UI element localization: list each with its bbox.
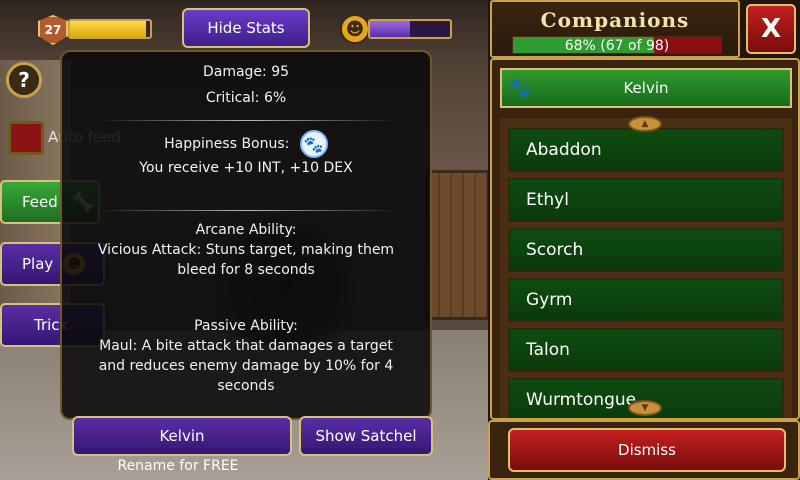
list-item[interactable]: Gyrm xyxy=(508,278,784,322)
collection-progress-bar: 68% (67 of 98) xyxy=(512,36,722,54)
list-item-label: Wurmtongue xyxy=(526,390,637,410)
happy-face-icon: ☻ xyxy=(340,14,370,44)
close-button[interactable]: X xyxy=(746,4,796,54)
list-item[interactable]: Ethyl xyxy=(508,178,784,222)
companion-list-frame: 🐾 Kelvin Abaddon Ethyl Scorch Gyrm Talon… xyxy=(490,58,800,420)
wooden-door xyxy=(425,170,490,320)
happiness-bar-fill xyxy=(370,21,410,37)
companions-title: Companions xyxy=(540,8,690,32)
critical-row: Critical: 6% xyxy=(62,90,430,106)
happiness-bar xyxy=(368,19,452,39)
list-item-label: Scorch xyxy=(526,240,584,260)
critical-label: Critical: xyxy=(205,90,260,106)
dismiss-frame: Dismiss xyxy=(488,420,800,480)
list-item-label: Talon xyxy=(526,340,570,360)
level-number: 27 xyxy=(44,23,62,37)
arcane-ability-line: Vicious Attack: Stuns target, making the… xyxy=(97,242,395,258)
help-button[interactable]: ? xyxy=(6,62,42,98)
happiness-bonus-label: Happiness Bonus: xyxy=(164,136,290,152)
close-icon: X xyxy=(760,14,782,44)
stats-panel: Damage: 95 Critical: 6% Happiness Bonus:… xyxy=(60,50,432,420)
hide-stats-button[interactable]: Hide Stats xyxy=(182,8,310,48)
xp-bar-fill xyxy=(70,21,146,37)
companion-name-button[interactable]: Kelvin xyxy=(72,416,292,456)
damage-value: 95 xyxy=(271,64,290,80)
divider xyxy=(98,120,398,121)
collection-progress-text: 68% (67 of 98) xyxy=(564,38,670,54)
dismiss-button[interactable]: Dismiss xyxy=(508,428,786,472)
scroll-down-arrow[interactable]: ▼ xyxy=(628,400,662,416)
happiness-bonus-title: Happiness Bonus: 🐾 xyxy=(62,130,430,158)
list-item-label: Abaddon xyxy=(526,140,602,160)
show-satchel-button[interactable]: Show Satchel xyxy=(299,416,433,456)
companions-header: Companions 68% (67 of 98) xyxy=(490,0,740,58)
passive-ability-title: Passive Ability: xyxy=(194,318,298,334)
list-item-label: Ethyl xyxy=(526,190,569,210)
list-item[interactable]: Talon xyxy=(508,328,784,372)
play-label: Play xyxy=(22,255,54,273)
damage-label: Damage: xyxy=(202,64,267,80)
autofeed-checkbox[interactable] xyxy=(8,121,44,155)
paw-icon: 🐾 xyxy=(508,77,532,99)
companion-list[interactable]: Abaddon Ethyl Scorch Gyrm Talon Wurmtong… xyxy=(500,118,792,418)
happiness-bonus-text: You receive +10 INT, +10 DEX xyxy=(139,160,353,176)
rename-label: Rename for FREE xyxy=(117,458,239,474)
xp-bar xyxy=(68,19,152,39)
damage-row: Damage: 95 xyxy=(62,64,430,80)
divider xyxy=(98,210,398,211)
list-item[interactable]: Scorch xyxy=(508,228,784,272)
selected-companion-name: Kelvin xyxy=(623,79,669,97)
arcane-ability-line: bleed for 8 seconds xyxy=(177,262,315,278)
critical-value: 6% xyxy=(263,90,287,106)
list-item-label: Gyrm xyxy=(526,290,573,310)
passive-ability-line: seconds xyxy=(217,378,275,394)
list-item[interactable]: Abaddon xyxy=(508,128,784,172)
paw-icon: 🐾 xyxy=(299,130,328,158)
feed-label: Feed xyxy=(22,193,58,211)
passive-ability-line: Maul: A bite attack that damages a targe… xyxy=(99,338,393,354)
passive-ability-line: and reduces enemy damage by 10% for 4 xyxy=(98,358,394,374)
arcane-ability-title: Arcane Ability: xyxy=(195,222,297,238)
selected-companion[interactable]: 🐾 Kelvin xyxy=(500,68,792,108)
scroll-up-arrow[interactable]: ▲ xyxy=(628,116,662,132)
